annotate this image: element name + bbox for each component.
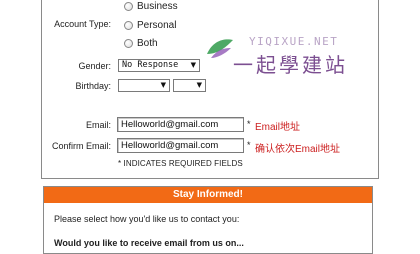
account-type-both-radio[interactable] [124, 39, 133, 48]
email-annotation: Email地址 [255, 122, 301, 133]
gender-select-value: No Response [122, 60, 179, 70]
email-required-mark: * [247, 119, 251, 129]
chevron-down-icon: ▼ [160, 81, 166, 89]
confirm-email-required-mark: * [247, 140, 251, 150]
watermark-url: YIQIXUE.NET [249, 35, 339, 48]
account-type-both-label: Both [137, 38, 158, 49]
birthday-day-select[interactable]: ▼ [173, 79, 206, 92]
stay-informed-banner: Stay Informed! [44, 187, 372, 203]
birthday-label: Birthday: [75, 81, 111, 91]
email-field[interactable]: Helloworld@gmail.com [117, 117, 244, 132]
contact-prompt: Please select how you'd like us to conta… [54, 214, 240, 224]
account-type-business-label: Business [137, 1, 178, 12]
watermark-text: 一起學建站 [233, 53, 348, 77]
confirm-email-field[interactable]: Helloworld@gmail.com [117, 138, 244, 153]
leaf-logo-icon [207, 39, 233, 58]
chevron-down-icon: ▼ [196, 81, 202, 89]
birthday-month-select[interactable]: ▼ [118, 79, 170, 92]
account-type-business-radio[interactable] [124, 2, 133, 11]
gender-label: Gender: [78, 61, 111, 71]
account-type-label: Account Type: [54, 19, 111, 29]
account-type-personal-label: Personal [137, 20, 177, 31]
email-question: Would you like to receive email from us … [54, 238, 244, 248]
required-fields-note: * INDICATES REQUIRED FIELDS [118, 159, 243, 168]
account-type-personal-radio[interactable] [124, 21, 133, 30]
confirm-email-label: Confirm Email: [51, 141, 111, 151]
confirm-email-annotation: 确认依次Email地址 [255, 144, 341, 155]
stay-informed-panel: Stay Informed! Please select how you'd l… [43, 186, 373, 254]
gender-select[interactable]: No Response ▼ [118, 59, 200, 72]
chevron-down-icon: ▼ [190, 61, 196, 69]
email-label: Email: [85, 120, 111, 130]
